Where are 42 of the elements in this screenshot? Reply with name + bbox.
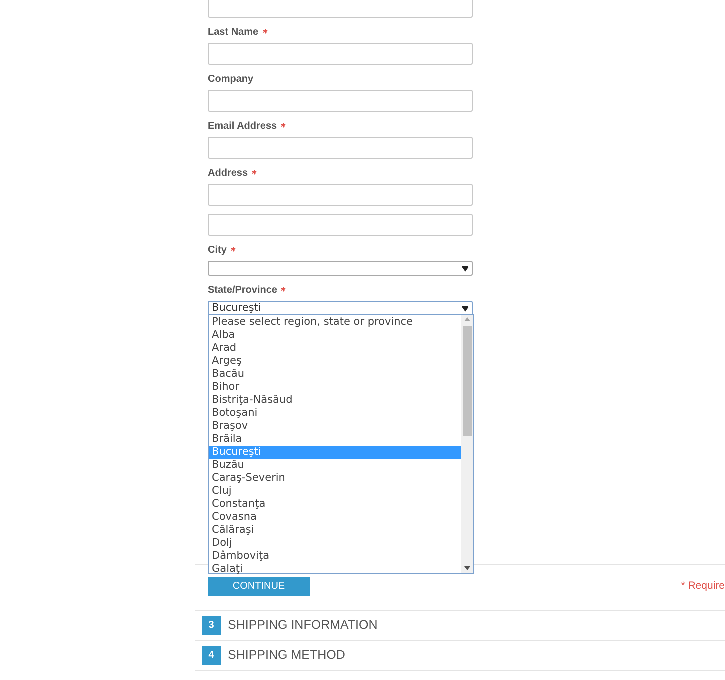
dropdown-arrow-icon	[462, 305, 469, 312]
dropdown-arrow-icon	[462, 265, 469, 272]
dropdown-option[interactable]: Buzău	[209, 459, 461, 472]
dropdown-option[interactable]: Galaţi	[209, 563, 461, 576]
dropdown-option[interactable]: Please select region, state or province	[209, 316, 461, 329]
dropdown-option[interactable]: Covasna	[209, 511, 461, 524]
text-field[interactable]	[208, 137, 473, 159]
select-field[interactable]	[208, 261, 473, 276]
dropdown-option[interactable]: Dolj	[209, 537, 461, 550]
dropdown-option[interactable]: Bihor	[209, 381, 461, 394]
scrollbar[interactable]	[461, 315, 473, 573]
dropdown-option[interactable]: Constanţa	[209, 498, 461, 511]
dropdown-option[interactable]: Braşov	[209, 420, 461, 433]
dropdown-option[interactable]: Arad	[209, 342, 461, 355]
dropdown-option[interactable]: Bistriţa-Năsăud	[209, 394, 461, 407]
selected-value: Bucureşti	[212, 302, 262, 315]
text-field[interactable]	[208, 214, 473, 236]
text-field[interactable]	[208, 0, 473, 18]
field-label: State/Province	[208, 285, 278, 297]
dropdown-option[interactable]: Brăila	[209, 433, 461, 446]
step-badge: 4	[202, 646, 221, 665]
section-title[interactable]: SHIPPING INFORMATION	[228, 616, 378, 635]
field-label: Company	[208, 74, 254, 86]
dropdown-option[interactable]: Alba	[209, 329, 461, 342]
text-field[interactable]	[208, 43, 473, 65]
scrollbar-thumb[interactable]	[462, 326, 472, 436]
field-label: Last Name	[208, 27, 259, 39]
field-label: Address	[208, 168, 248, 180]
dropdown-option[interactable]: Argeş	[209, 355, 461, 368]
dropdown-option[interactable]: Caraş-Severin	[209, 472, 461, 485]
text-field[interactable]	[208, 184, 473, 206]
text-field[interactable]	[208, 90, 473, 112]
dropdown-option[interactable]: Călăraşi	[209, 524, 461, 537]
section-title[interactable]: SHIPPING METHOD	[228, 646, 346, 665]
dropdown-option[interactable]: Botoşani	[209, 407, 461, 420]
field-label: City	[208, 245, 227, 257]
required-note: * Require	[681, 579, 725, 594]
step-badge: 3	[202, 616, 221, 635]
dropdown-option[interactable]: Cluj	[209, 485, 461, 498]
field-label: Email Address	[208, 121, 278, 133]
dropdown-option[interactable]: Bacău	[209, 368, 461, 381]
dropdown-option[interactable]: Dâmboviţa	[209, 550, 461, 563]
